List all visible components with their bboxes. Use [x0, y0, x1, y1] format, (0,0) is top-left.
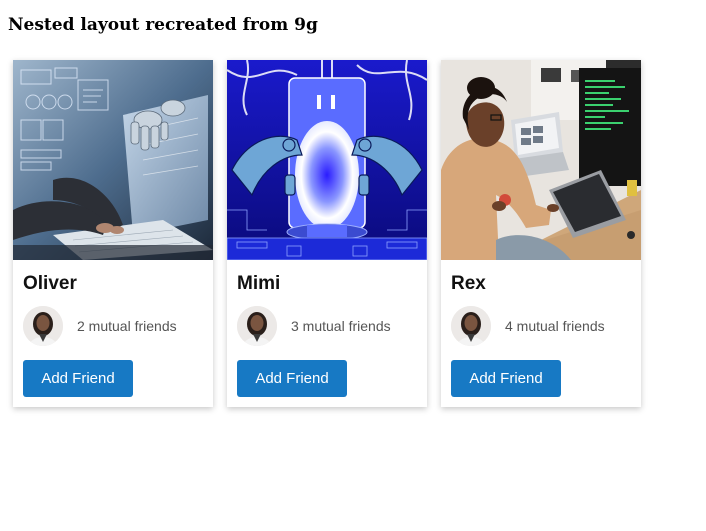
avatar: [23, 306, 63, 346]
mutual-friends-row: 4 mutual friends: [451, 306, 605, 346]
card-image-robot-laptop: [13, 60, 213, 260]
mutual-friends-row: 2 mutual friends: [23, 306, 177, 346]
mutual-friends-count: 3 mutual friends: [291, 318, 391, 334]
mutual-friends-count: 4 mutual friends: [505, 318, 605, 334]
page-title: Nested layout recreated from 9g: [8, 15, 318, 35]
mutual-friends-count: 2 mutual friends: [77, 318, 177, 334]
add-friend-button[interactable]: Add Friend: [451, 360, 561, 397]
card-image-woman-at-desk: [441, 60, 641, 260]
add-friend-button[interactable]: Add Friend: [23, 360, 133, 397]
avatar: [237, 306, 277, 346]
add-friend-button[interactable]: Add Friend: [237, 360, 347, 397]
friend-name: Rex: [451, 273, 486, 294]
friend-cards-row: Oliver 2 mutual friends Add Friend Mimi …: [13, 60, 641, 407]
friend-card: Rex 4 mutual friends Add Friend: [441, 60, 641, 407]
friend-card: Mimi 3 mutual friends Add Friend: [227, 60, 427, 407]
avatar: [451, 306, 491, 346]
friend-card: Oliver 2 mutual friends Add Friend: [13, 60, 213, 407]
friend-name: Mimi: [237, 273, 281, 294]
card-image-robot-portal: [227, 60, 427, 260]
friend-name: Oliver: [23, 273, 77, 294]
mutual-friends-row: 3 mutual friends: [237, 306, 391, 346]
